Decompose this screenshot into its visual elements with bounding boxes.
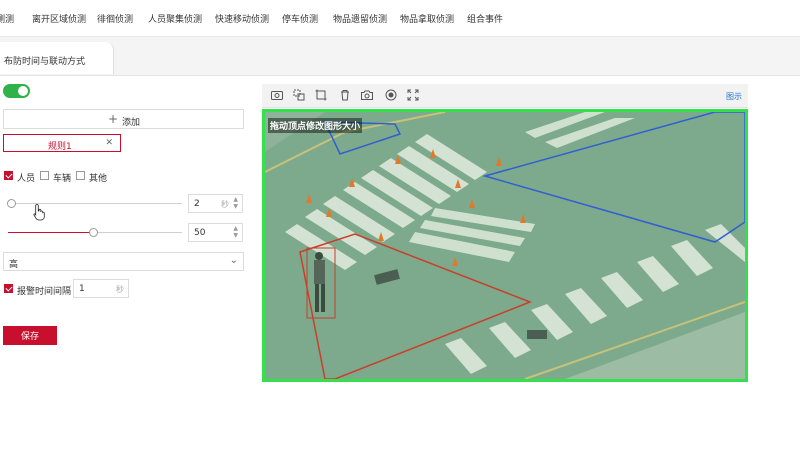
rule-tab[interactable]: 规则1 ✕	[3, 134, 121, 152]
alarm-interval-value: 1	[79, 284, 85, 294]
camera-view-icon[interactable]	[270, 88, 284, 102]
crop-icon[interactable]	[314, 88, 328, 102]
spinner-icon[interactable]: ▲ ▼	[233, 196, 238, 210]
sensitivity-slider-fill	[8, 232, 94, 233]
save-button[interactable]: 保存	[3, 326, 57, 345]
nav-item-loitering[interactable]: 徘徊侦测	[97, 12, 133, 25]
delete-icon[interactable]	[338, 88, 352, 102]
sub-tab-bar	[0, 36, 800, 76]
add-rule-label: 添加	[122, 118, 141, 128]
video-preview[interactable]: 拖动顶点修改图形大小	[262, 109, 748, 382]
target-other-checkbox[interactable]	[76, 171, 85, 180]
nav-item-0[interactable]: 测测	[0, 12, 14, 25]
video-toolbar: 图示	[262, 84, 748, 108]
duration-value: 2	[194, 199, 200, 209]
duration-unit: 秒	[221, 200, 229, 209]
chevron-down-icon: ⌄	[229, 255, 238, 266]
level-select[interactable]: 高 ⌄	[3, 252, 244, 271]
top-nav: 测测 离开区域侦测 徘徊侦测 人员聚集侦测 快速移动侦测 停车侦测 物品遗留侦测…	[0, 0, 800, 36]
camera-scene	[265, 112, 745, 379]
nav-item-object-removal[interactable]: 物品拿取侦测	[400, 12, 454, 25]
sensitivity-value: 50	[194, 228, 206, 238]
toggle-knob	[18, 86, 28, 96]
nav-item-parking[interactable]: 停车侦测	[282, 12, 318, 25]
hand-cursor-icon	[33, 204, 45, 221]
nav-item-unattended-baggage[interactable]: 物品遗留侦测	[333, 12, 387, 25]
alarm-interval-checkbox[interactable]	[4, 284, 13, 293]
spinner-icon[interactable]: ▲ ▼	[233, 225, 238, 239]
nav-item-combined-event[interactable]: 组合事件	[467, 12, 503, 25]
close-icon[interactable]: ✕	[105, 138, 113, 148]
target-person-label: 人员	[17, 174, 36, 184]
sensitivity-slider-thumb[interactable]	[89, 228, 98, 237]
nav-item-region-exit[interactable]: 离开区域侦测	[32, 12, 86, 25]
tab-schedule-linkage[interactable]: 布防时间与联动方式	[0, 42, 114, 74]
nav-item-people-gathering[interactable]: 人员聚集侦测	[148, 12, 202, 25]
target-person-checkbox[interactable]	[4, 171, 13, 180]
rule-tab-label: 规则1	[48, 142, 72, 152]
tab-schedule-linkage-label: 布防时间与联动方式	[4, 57, 86, 67]
target-vehicle-label: 车辆	[53, 174, 72, 184]
enable-toggle[interactable]	[3, 84, 30, 98]
alarm-interval-unit: 秒	[116, 285, 124, 294]
alarm-interval-input[interactable]: 1 秒	[73, 279, 129, 298]
alarm-interval-label: 报警时间间隔	[17, 287, 72, 297]
target-vehicle-checkbox[interactable]	[40, 171, 49, 180]
record-icon[interactable]	[384, 88, 398, 102]
fullscreen-icon[interactable]	[406, 88, 420, 102]
region-select-icon[interactable]	[292, 88, 306, 102]
legend-link[interactable]: 图示	[726, 91, 742, 102]
video-overlay-text: 拖动顶点修改图形大小	[268, 118, 363, 133]
add-rule-button[interactable]: + 添加	[3, 109, 244, 129]
plus-icon: +	[108, 112, 119, 126]
duration-input[interactable]: 2 秒 ▲ ▼	[188, 194, 243, 213]
target-other-label: 其他	[89, 174, 108, 184]
sensitivity-input[interactable]: 50 ▲ ▼	[188, 223, 243, 242]
level-select-value: 高	[9, 260, 19, 270]
duration-slider-thumb[interactable]	[7, 199, 16, 208]
snapshot-icon[interactable]	[360, 88, 374, 102]
nav-item-fast-moving[interactable]: 快速移动侦测	[215, 12, 269, 25]
sensitivity-slider[interactable]	[8, 228, 182, 237]
